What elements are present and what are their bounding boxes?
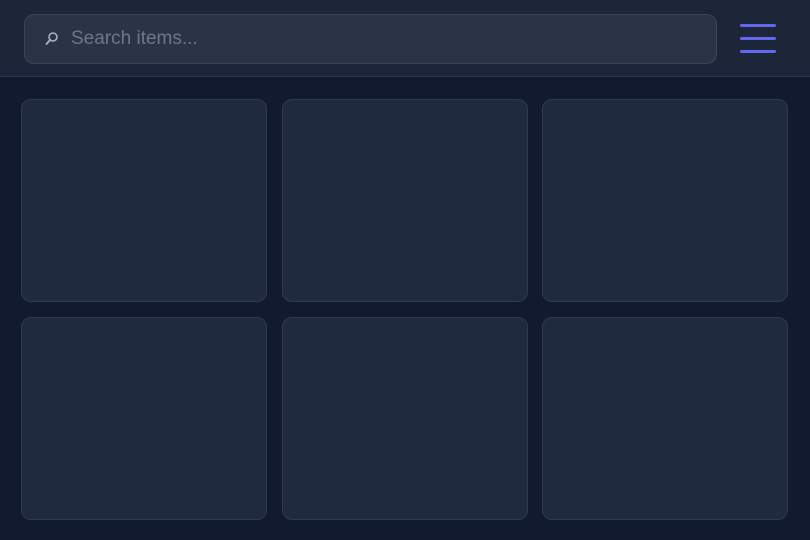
grid-card-5[interactable] <box>282 317 528 520</box>
grid-card-6[interactable] <box>542 317 788 520</box>
grid-card-3[interactable] <box>542 99 788 302</box>
grid-card-4[interactable] <box>21 317 267 520</box>
grid-card-2[interactable] <box>282 99 528 302</box>
search-box[interactable] <box>24 14 717 64</box>
hamburger-menu-icon-top-bar <box>740 24 776 27</box>
item-grid <box>21 99 788 520</box>
grid-card-1[interactable] <box>21 99 267 302</box>
menu-button[interactable] <box>736 21 780 57</box>
hamburger-menu-icon-middle-bar <box>740 37 776 40</box>
search-icon <box>45 32 58 45</box>
hamburger-menu-icon-bottom-bar <box>740 50 776 53</box>
top-bar <box>0 0 810 77</box>
search-input[interactable] <box>71 15 701 63</box>
